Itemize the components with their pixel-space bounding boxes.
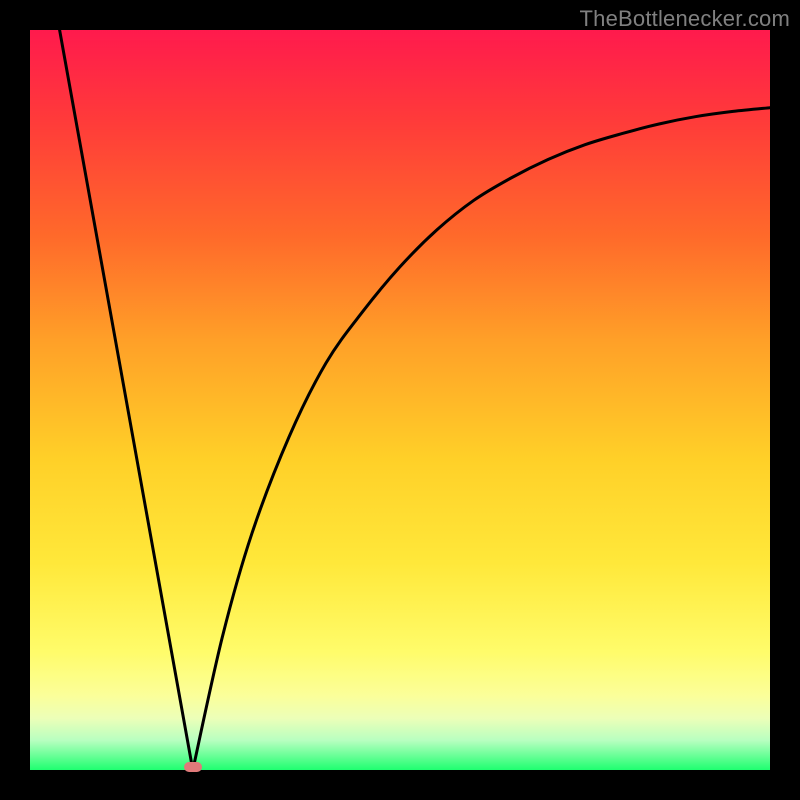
curve-left <box>60 30 193 770</box>
chart-container: TheBottlenecker.com <box>0 0 800 800</box>
watermark-text: TheBottlenecker.com <box>580 6 790 32</box>
curve-right <box>193 108 770 770</box>
minimum-marker <box>184 762 202 772</box>
plot-area <box>30 30 770 770</box>
curve-svg <box>30 30 770 770</box>
